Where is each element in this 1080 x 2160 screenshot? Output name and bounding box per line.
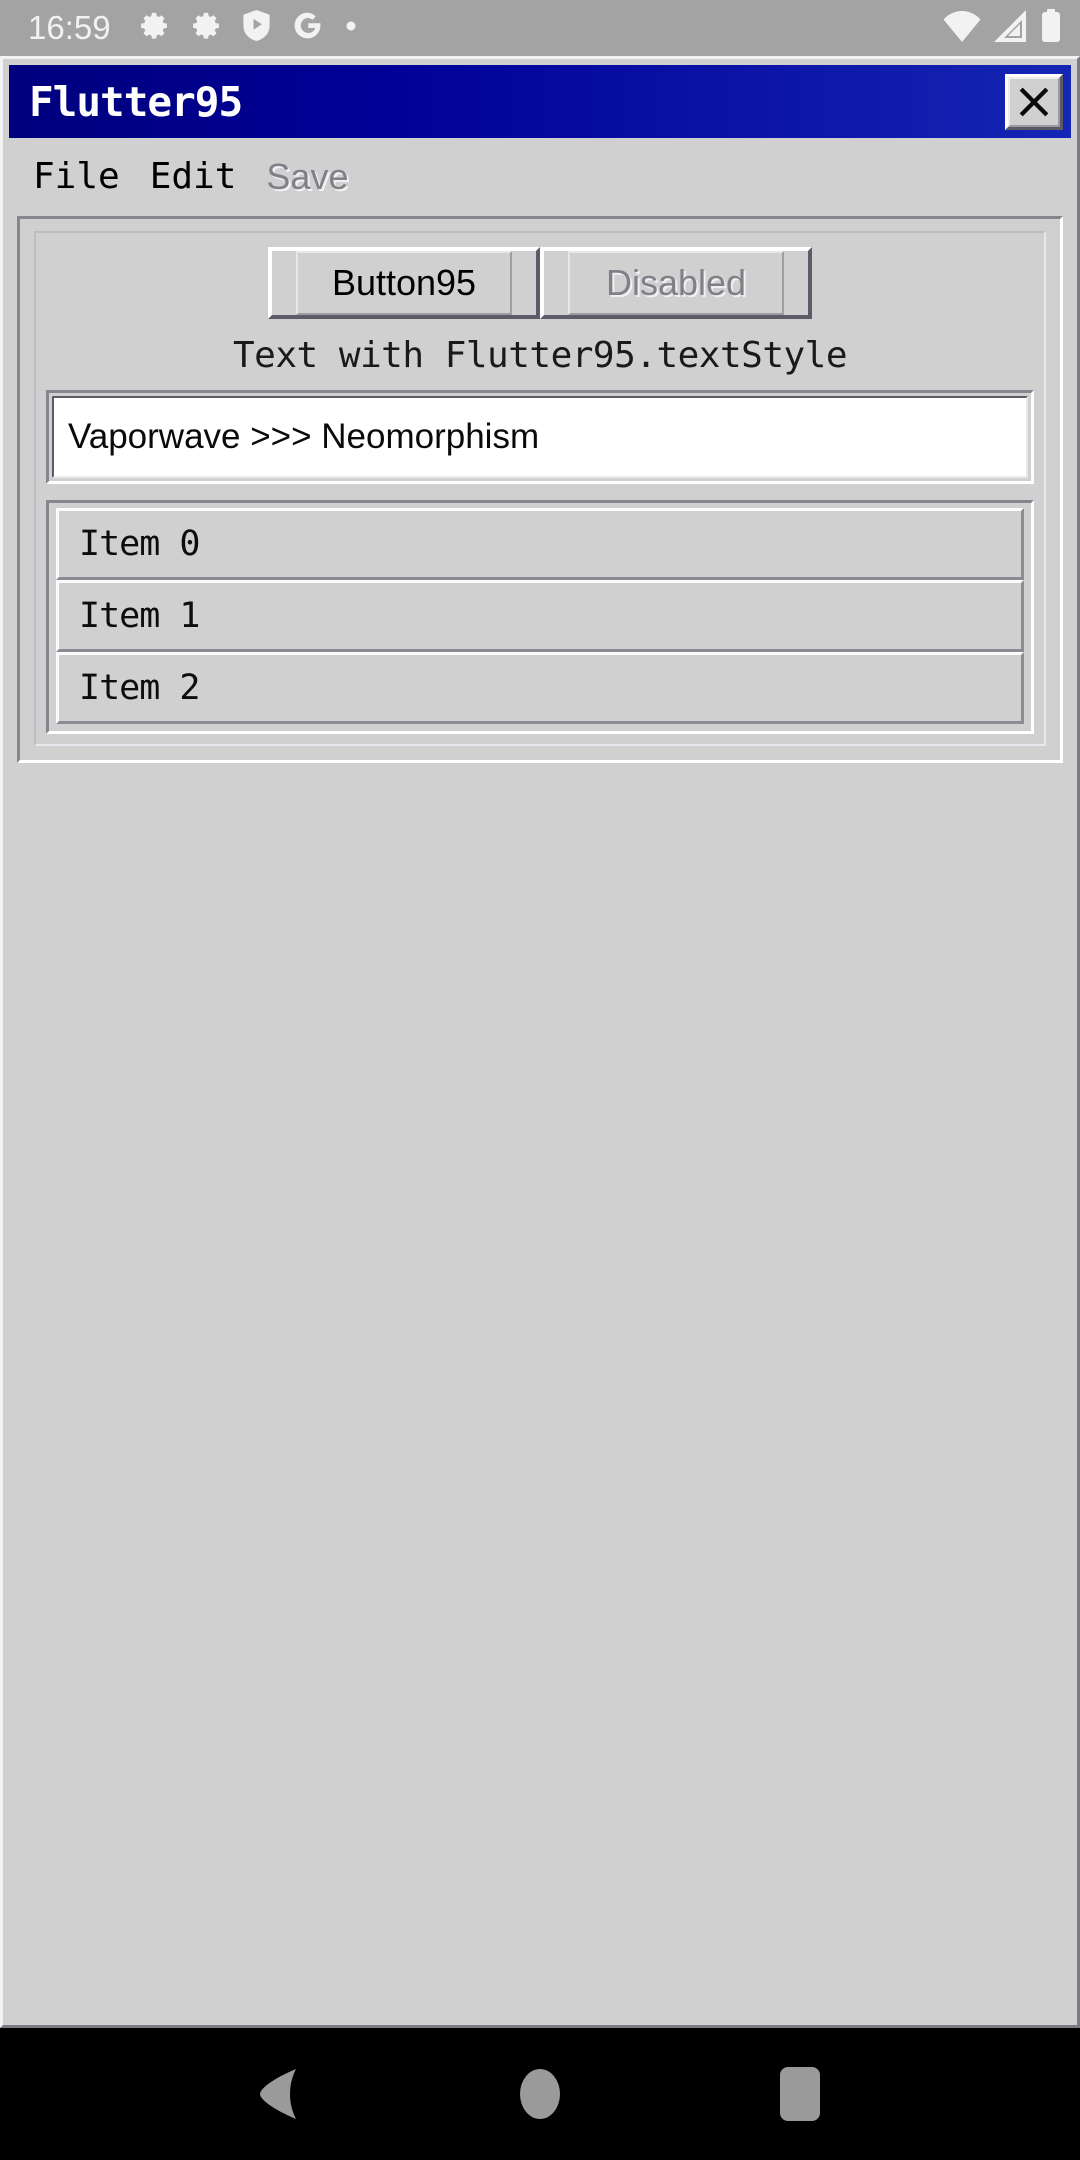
back-icon[interactable] bbox=[220, 2034, 340, 2154]
style-label: Text with Flutter95.textStyle bbox=[232, 335, 848, 376]
text-input[interactable]: Vaporwave >>> Neomorphism bbox=[52, 396, 1028, 478]
android-nav-bar bbox=[0, 2028, 1080, 2160]
battery-icon bbox=[1040, 8, 1062, 48]
status-bar-system-icons bbox=[942, 8, 1062, 48]
gear-icon bbox=[139, 11, 169, 46]
list-item[interactable]: Item 0 bbox=[56, 508, 1024, 580]
button95-button[interactable]: Button95 bbox=[268, 247, 540, 319]
list-item[interactable]: Item 1 bbox=[56, 580, 1024, 652]
menu-item-file[interactable]: File bbox=[33, 159, 120, 195]
close-icon bbox=[1008, 76, 1060, 127]
close-button[interactable] bbox=[1005, 73, 1063, 130]
google-g-icon bbox=[292, 10, 323, 46]
list-item[interactable]: Item 2 bbox=[56, 652, 1024, 724]
menu-item-save: Save bbox=[266, 156, 349, 197]
home-icon[interactable] bbox=[480, 2034, 600, 2154]
window-title-bar: Flutter95 bbox=[9, 65, 1071, 138]
flutter95-window: Flutter95 File Edit Save Button95 Disabl… bbox=[0, 56, 1080, 2028]
android-status-bar: 16:59 bbox=[0, 0, 1080, 56]
list-view: Item 0 Item 1 Item 2 bbox=[46, 500, 1034, 734]
wifi-icon bbox=[942, 10, 982, 47]
content-panel-inner: Button95 Disabled Text with Flutter95.te… bbox=[34, 231, 1046, 746]
recents-icon[interactable] bbox=[740, 2034, 860, 2154]
disabled-button-label: Disabled bbox=[568, 251, 784, 315]
text-field-wrapper: Vaporwave >>> Neomorphism bbox=[46, 390, 1034, 484]
dot-icon bbox=[345, 19, 357, 37]
button95-label: Button95 bbox=[296, 251, 512, 315]
window-title: Flutter95 bbox=[29, 77, 243, 126]
status-bar-notification-icons bbox=[139, 10, 357, 46]
status-bar-clock: 16:59 bbox=[28, 9, 111, 46]
content-panel: Button95 Disabled Text with Flutter95.te… bbox=[17, 216, 1063, 763]
window-empty-area bbox=[3, 763, 1077, 2025]
text-input-value: Vaporwave >>> Neomorphism bbox=[68, 417, 540, 456]
menu-item-edit[interactable]: Edit bbox=[150, 159, 237, 195]
device-screen: 16:59 Flutter95 File Edit Save Button95 … bbox=[0, 0, 1080, 2160]
shield-play-icon bbox=[242, 10, 270, 46]
gear-icon bbox=[191, 11, 221, 46]
button-row: Button95 Disabled bbox=[46, 247, 1034, 319]
menu-bar: File Edit Save bbox=[3, 138, 1077, 216]
disabled-button: Disabled bbox=[540, 247, 812, 319]
cell-signal-icon bbox=[992, 9, 1030, 47]
